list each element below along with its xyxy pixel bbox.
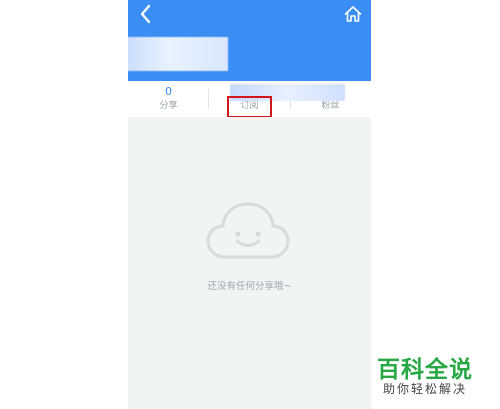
back-button[interactable]: [136, 3, 158, 25]
stat-share[interactable]: 0 分享: [128, 81, 209, 117]
blurred-username: [128, 37, 228, 71]
watermark-subtitle: 助你轻松解决: [383, 382, 468, 396]
content-area: 还没有任何分享哦~: [128, 117, 371, 409]
cloud-smile-icon: [206, 202, 290, 259]
phone-screen: 0 分享 订阅 粉丝 还没有任何分享哦~: [128, 0, 371, 409]
highlight-box: [227, 96, 272, 118]
chevron-left-icon: [140, 4, 151, 24]
stats-bar: 0 分享 订阅 粉丝: [128, 81, 371, 118]
watermark-logo: 百科全说 助你轻松解决: [371, 350, 489, 400]
home-icon: [344, 6, 362, 22]
empty-message: 还没有任何分享哦~: [207, 281, 292, 292]
share-count: 0: [165, 85, 172, 98]
watermark-title: 百科全说: [377, 357, 473, 383]
home-button[interactable]: [343, 4, 363, 24]
profile-header: [128, 0, 371, 81]
fans-label: 粉丝: [321, 101, 340, 111]
share-label: 分享: [159, 101, 178, 111]
